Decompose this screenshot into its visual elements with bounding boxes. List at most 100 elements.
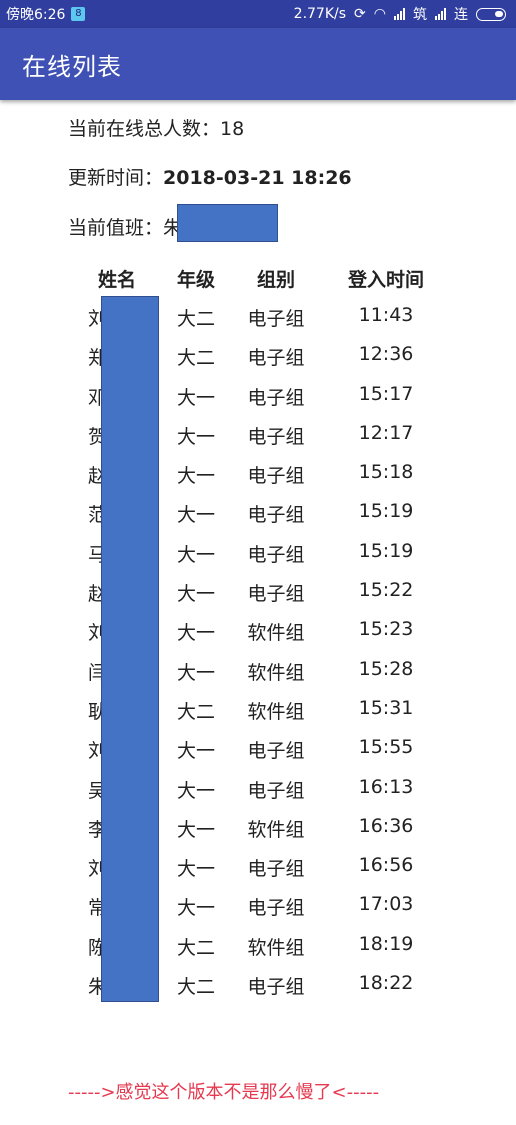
cell-grade: 大一 [176, 858, 215, 881]
cell-login-time: 15:28 [358, 657, 414, 680]
cell-group: 电子组 [247, 897, 305, 920]
footer-note: ----->感觉这个版本不是那么慢了<----- [68, 1082, 380, 1103]
cell-grade: 大一 [176, 543, 215, 566]
table-row: 郑大二 电子组 12:36 [0, 339, 516, 378]
cell-login-time: 15:23 [358, 618, 414, 641]
cell-login-time: 15:19 [358, 539, 414, 562]
cell-login-time: 12:17 [358, 421, 414, 444]
cell-login-time: 18:22 [358, 972, 414, 995]
cell-login-time: 11:43 [358, 304, 414, 326]
table-row: 李大一 软件组 16:36 [0, 811, 516, 850]
cell-login-time: 16:56 [358, 854, 414, 877]
notification-icon: 8 [71, 7, 86, 21]
table-row: 赵大一 电子组 15:18 [0, 457, 516, 496]
table-row: 闫大一 软件组 15:28 [0, 654, 516, 693]
cell-grade: 大一 [176, 583, 215, 606]
page-title: 在线列表 [22, 52, 122, 81]
table-row: 范大一 电子组 15:19 [0, 496, 516, 535]
header-login-time: 登入时间 [347, 269, 424, 291]
cell-grade: 大二 [176, 976, 215, 999]
cell-group: 电子组 [247, 465, 305, 488]
cell-grade: 大一 [176, 504, 215, 527]
cell-login-time: 15:17 [358, 382, 414, 405]
cell-group: 电子组 [247, 504, 305, 527]
table-header: 姓名 年级 组别 登入时间 [0, 265, 516, 295]
cell-login-time: 12:36 [358, 343, 414, 366]
header-group: 组别 [256, 269, 295, 291]
cell-grade: 大二 [176, 700, 215, 723]
update-time: 更新时间：2018-03-21 18:26 [68, 163, 352, 190]
app-bar: 在线列表 [0, 28, 516, 100]
cell-group: 电子组 [247, 858, 305, 881]
header-grade: 年级 [176, 269, 215, 291]
redaction-box-duty [177, 204, 278, 242]
table-row: 耿大二 软件组 15:31 [0, 693, 516, 732]
update-time-value: 2018-03-21 18:26 [163, 167, 352, 189]
cell-group: 电子组 [247, 308, 305, 330]
cell-grade: 大一 [176, 779, 215, 802]
on-duty: 当前值班：朱 [68, 213, 182, 240]
cell-grade: 大一 [176, 386, 215, 409]
cell-group: 电子组 [247, 543, 305, 566]
status-bar: 傍晚6:26 8 2.77K/s ⟳ ◠ 筑 连 [0, 0, 516, 28]
cell-login-time: 15:31 [358, 696, 414, 719]
cell-group: 软件组 [247, 818, 305, 841]
cell-group: 电子组 [247, 386, 305, 409]
table-row: 吴大一 电子组 16:13 [0, 772, 516, 811]
cell-grade: 大二 [176, 308, 215, 330]
carrier-label-1: 筑 [413, 7, 427, 23]
signal-icon [394, 8, 405, 20]
cell-grade: 大一 [176, 661, 215, 684]
cell-login-time: 18:19 [358, 932, 414, 955]
cell-group: 电子组 [247, 347, 305, 370]
cell-login-time: 15:55 [358, 736, 414, 759]
table-row: 邓大一 电子组 15:17 [0, 379, 516, 418]
table-row: 赵大一 电子组 15:22 [0, 575, 516, 614]
online-count: 当前在线总人数：18 [68, 114, 244, 141]
cell-login-time: 15:22 [358, 579, 414, 602]
cell-login-time: 17:03 [358, 893, 414, 916]
battery-icon [476, 7, 506, 21]
table-row: 陈大二 软件组 18:19 [0, 929, 516, 968]
cell-group: 软件组 [247, 622, 305, 645]
cell-login-time: 16:13 [358, 775, 414, 798]
cell-login-time: 15:19 [358, 500, 414, 523]
table-row: 刘大一 电子组 15:55 [0, 732, 516, 771]
wifi-icon: ◠ [373, 6, 386, 22]
cell-group: 电子组 [247, 583, 305, 606]
cell-group: 电子组 [247, 740, 305, 763]
cell-group: 电子组 [247, 425, 305, 448]
signal-icon-2 [435, 8, 446, 20]
cell-group: 软件组 [247, 661, 305, 684]
cell-grade: 大一 [176, 897, 215, 920]
update-time-label: 更新时间： [68, 167, 164, 189]
cell-grade: 大二 [176, 936, 215, 959]
online-count-value: 18 [220, 118, 245, 140]
cell-grade: 大一 [176, 425, 215, 448]
table-row: 朱大二 电子组 18:22 [0, 968, 516, 1007]
network-speed: 2.77K/s [293, 6, 347, 22]
redaction-box-names [101, 296, 159, 1002]
cell-login-time: 15:18 [358, 461, 414, 484]
table-row: 刘大一 软件组 15:23 [0, 614, 516, 653]
status-time: 傍晚6:26 [6, 7, 66, 23]
cell-group: 电子组 [247, 779, 305, 802]
cell-grade: 大一 [176, 465, 215, 488]
online-count-label: 当前在线总人数： [68, 118, 221, 140]
table-row: 马大一 电子组 15:19 [0, 536, 516, 575]
cell-group: 软件组 [247, 936, 305, 959]
table-row: 刘大一 电子组 16:56 [0, 850, 516, 889]
carrier-label-2: 连 [454, 7, 468, 23]
table-row: 常大一 电子组 17:03 [0, 889, 516, 928]
cell-login-time: 16:36 [358, 814, 414, 837]
on-duty-label: 当前值班： [68, 217, 164, 239]
online-list: 刘大二 电子组 11:43 郑大二 电子组 12:36 邓大一 电子组 15:17 贺大一 电子组 1… [0, 300, 516, 1007]
table-row: 贺大一 电子组 12:17 [0, 418, 516, 457]
sync-icon: ⟳ [354, 6, 366, 22]
cell-grade: 大二 [176, 347, 215, 370]
cell-grade: 大一 [176, 622, 215, 645]
cell-group: 软件组 [247, 700, 305, 723]
cell-grade: 大一 [176, 740, 215, 763]
cell-group: 电子组 [247, 976, 305, 999]
cell-grade: 大一 [176, 818, 215, 841]
